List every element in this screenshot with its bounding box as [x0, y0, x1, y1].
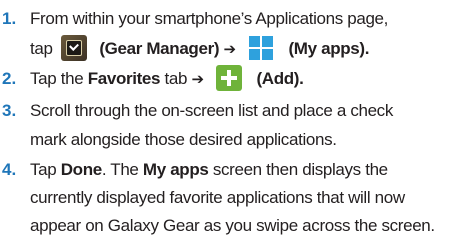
add-label: (Add). [256, 69, 304, 88]
step-text-line: tap (Gear Manager) ➔ (My apps). [30, 34, 370, 63]
step-text-line: mark alongside those desired application… [30, 130, 337, 149]
step-text-line: From within your smartphone’s Applicatio… [30, 9, 389, 28]
favorites-label: Favorites [87, 69, 161, 88]
gear-manager-icon [60, 34, 87, 61]
step-number: 4. [2, 160, 17, 179]
step-text-line: currently displayed favorite application… [30, 188, 405, 207]
my-apps-label: My apps [142, 160, 209, 179]
step-text-line: Tap Done. The My apps screen then displa… [30, 160, 388, 179]
step-text-line: appear on Galaxy Gear as you swipe acros… [30, 216, 435, 235]
my-apps-icon [248, 34, 275, 61]
step-text-line: Scroll through the on-screen list and pl… [30, 101, 393, 120]
arrow-icon: ➔ [191, 71, 204, 88]
step-number: 2. [2, 69, 17, 88]
step-number: 3. [2, 101, 17, 120]
step-text-line: Tap the Favorites tab ➔ (Add). [30, 64, 304, 93]
arrow-icon: ➔ [223, 41, 237, 58]
step-number: 1. [2, 9, 17, 28]
instruction-document: 1. From within your smartphone’s Applica… [0, 0, 476, 242]
done-label: Done [60, 160, 102, 179]
my-apps-label: (My apps). [288, 39, 370, 58]
add-icon [216, 64, 243, 91]
gear-manager-label: (Gear Manager) [99, 39, 220, 58]
